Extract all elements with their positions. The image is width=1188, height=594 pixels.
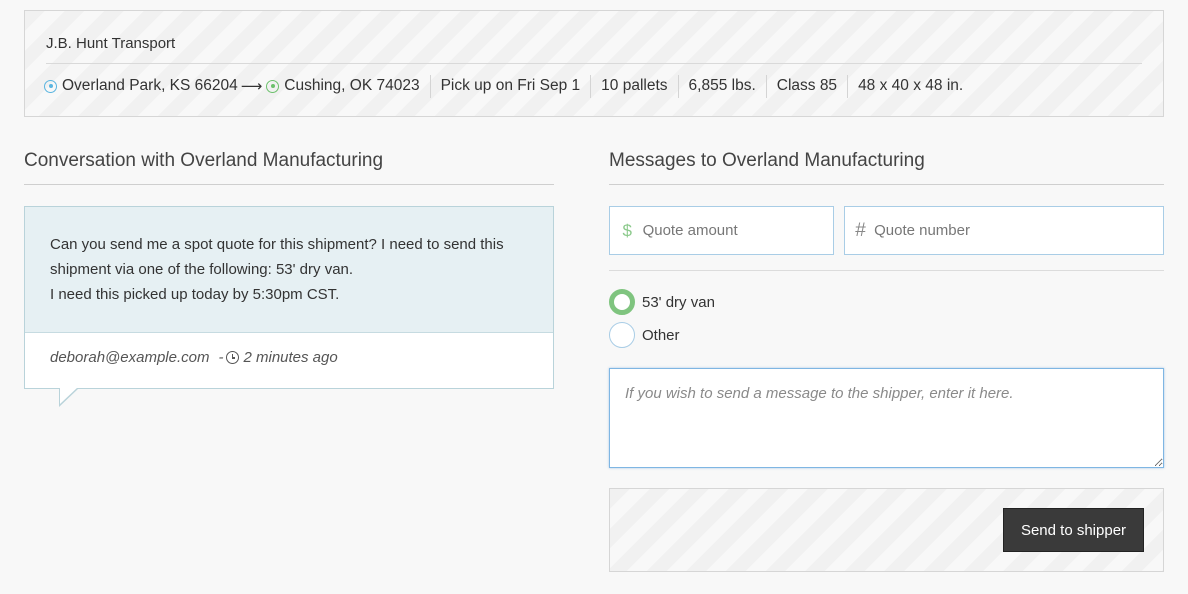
conversation-title: Conversation with Overland Manufacturing [24,150,384,171]
arrow-right-icon: ⟶ [240,78,263,95]
quote-amount-input[interactable] [642,222,833,239]
message-time: 2 minutes ago [243,349,338,366]
message-body: Can you send me a spot quote for this sh… [25,207,553,333]
destination-location: Cushing, OK 74023 [266,77,420,95]
dollar-icon: $ [622,220,633,240]
shipment-weight: 6,855 lbs. [688,77,756,94]
send-to-shipper-button[interactable]: Send to shipper [1003,508,1144,552]
divider [429,74,431,98]
bubble-tail-fill [60,387,78,404]
origin-location: Overland Park, KS 66204 [44,77,238,95]
shipment-summary-card: J.B. Hunt Transport Overland Park, KS 66… [24,10,1164,117]
radio-label: 53' dry van [642,293,715,311]
pickup-date: Pick up on Fri Sep 1 [440,77,581,94]
origin-pin-icon [44,79,57,93]
freight-class: Class 85 [776,77,838,94]
radio-option-other[interactable]: Other [609,322,680,348]
meta-separator: - [218,349,224,366]
pallet-count: 10 pallets [601,77,668,94]
card-divider [46,63,1142,64]
divider [590,74,592,98]
destination-pin-icon [266,79,280,93]
radio-button[interactable] [609,322,635,348]
message-meta: deborah@example.com - 2 minutes ago [25,333,553,366]
radio-option-dry-van[interactable]: 53' dry van [609,289,715,315]
message-bubble: Can you send me a spot quote for this sh… [24,206,554,389]
message-textarea-wrapper[interactable] [609,368,1164,468]
divider [677,74,679,98]
quote-number-field[interactable]: # [844,206,1164,255]
message-text-line: I need this picked up today by 5:30pm CS… [50,286,340,303]
conversation-title-rule [24,184,554,185]
origin-text: Overland Park, KS 66204 [62,77,238,94]
fields-divider [609,270,1164,271]
messages-title: Messages to Overland Manufacturing [609,150,925,171]
divider [847,74,849,98]
shipment-details-row: Overland Park, KS 66204 ⟶ Cushing, OK 74… [44,74,963,98]
message-text-line: Can you send me a spot quote for this sh… [50,236,504,278]
action-panel: Send to shipper [609,488,1164,572]
shipment-dimensions: 48 x 40 x 48 in. [858,77,964,94]
radio-button-checked[interactable] [609,289,635,315]
quote-amount-field[interactable]: $ [609,206,834,255]
carrier-name: J.B. Hunt Transport [46,35,176,52]
messages-title-rule [609,184,1164,185]
hash-icon: # [855,219,866,241]
message-textarea[interactable] [610,369,1163,467]
radio-label: Other [642,326,680,344]
sender-email: deborah@example.com [50,349,210,366]
quote-number-input[interactable] [874,222,1163,239]
destination-text: Cushing, OK 74023 [284,77,420,94]
clock-icon [226,351,240,364]
divider [765,74,767,98]
